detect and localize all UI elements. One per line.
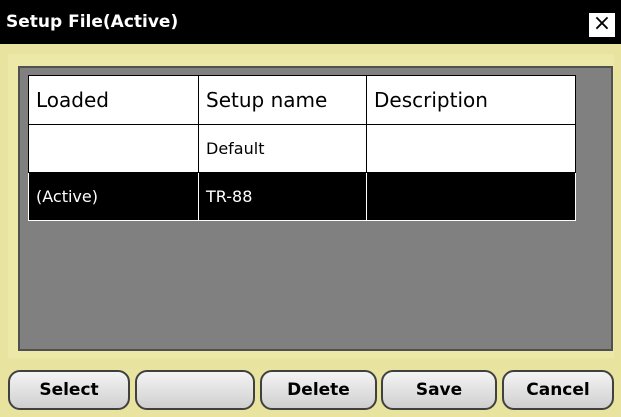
select-button[interactable]: Select — [8, 370, 130, 410]
cell-setup-name: TR-88 — [198, 172, 367, 221]
setup-table: Loaded Setup name Description Default (A… — [28, 75, 576, 221]
title-bar: Setup File(Active) × — [0, 0, 621, 44]
cell-loaded: (Active) — [28, 172, 199, 221]
table-header-row: Loaded Setup name Description — [28, 75, 576, 125]
cancel-button[interactable]: Cancel — [502, 370, 614, 410]
cell-setup-name: Default — [198, 124, 367, 173]
table-row[interactable]: Default — [28, 124, 576, 173]
column-header-loaded[interactable]: Loaded — [28, 75, 199, 125]
cell-description — [366, 124, 576, 173]
cell-loaded — [28, 124, 199, 173]
cell-description — [366, 172, 576, 221]
save-button[interactable]: Save — [381, 370, 497, 410]
delete-button[interactable]: Delete — [260, 370, 377, 410]
blank-button[interactable] — [135, 370, 255, 410]
window-title: Setup File(Active) — [6, 12, 179, 32]
column-header-setup-name[interactable]: Setup name — [198, 75, 367, 125]
column-header-description[interactable]: Description — [366, 75, 576, 125]
close-button[interactable]: × — [588, 12, 616, 38]
table-row-selected[interactable]: (Active) TR-88 — [28, 172, 576, 221]
